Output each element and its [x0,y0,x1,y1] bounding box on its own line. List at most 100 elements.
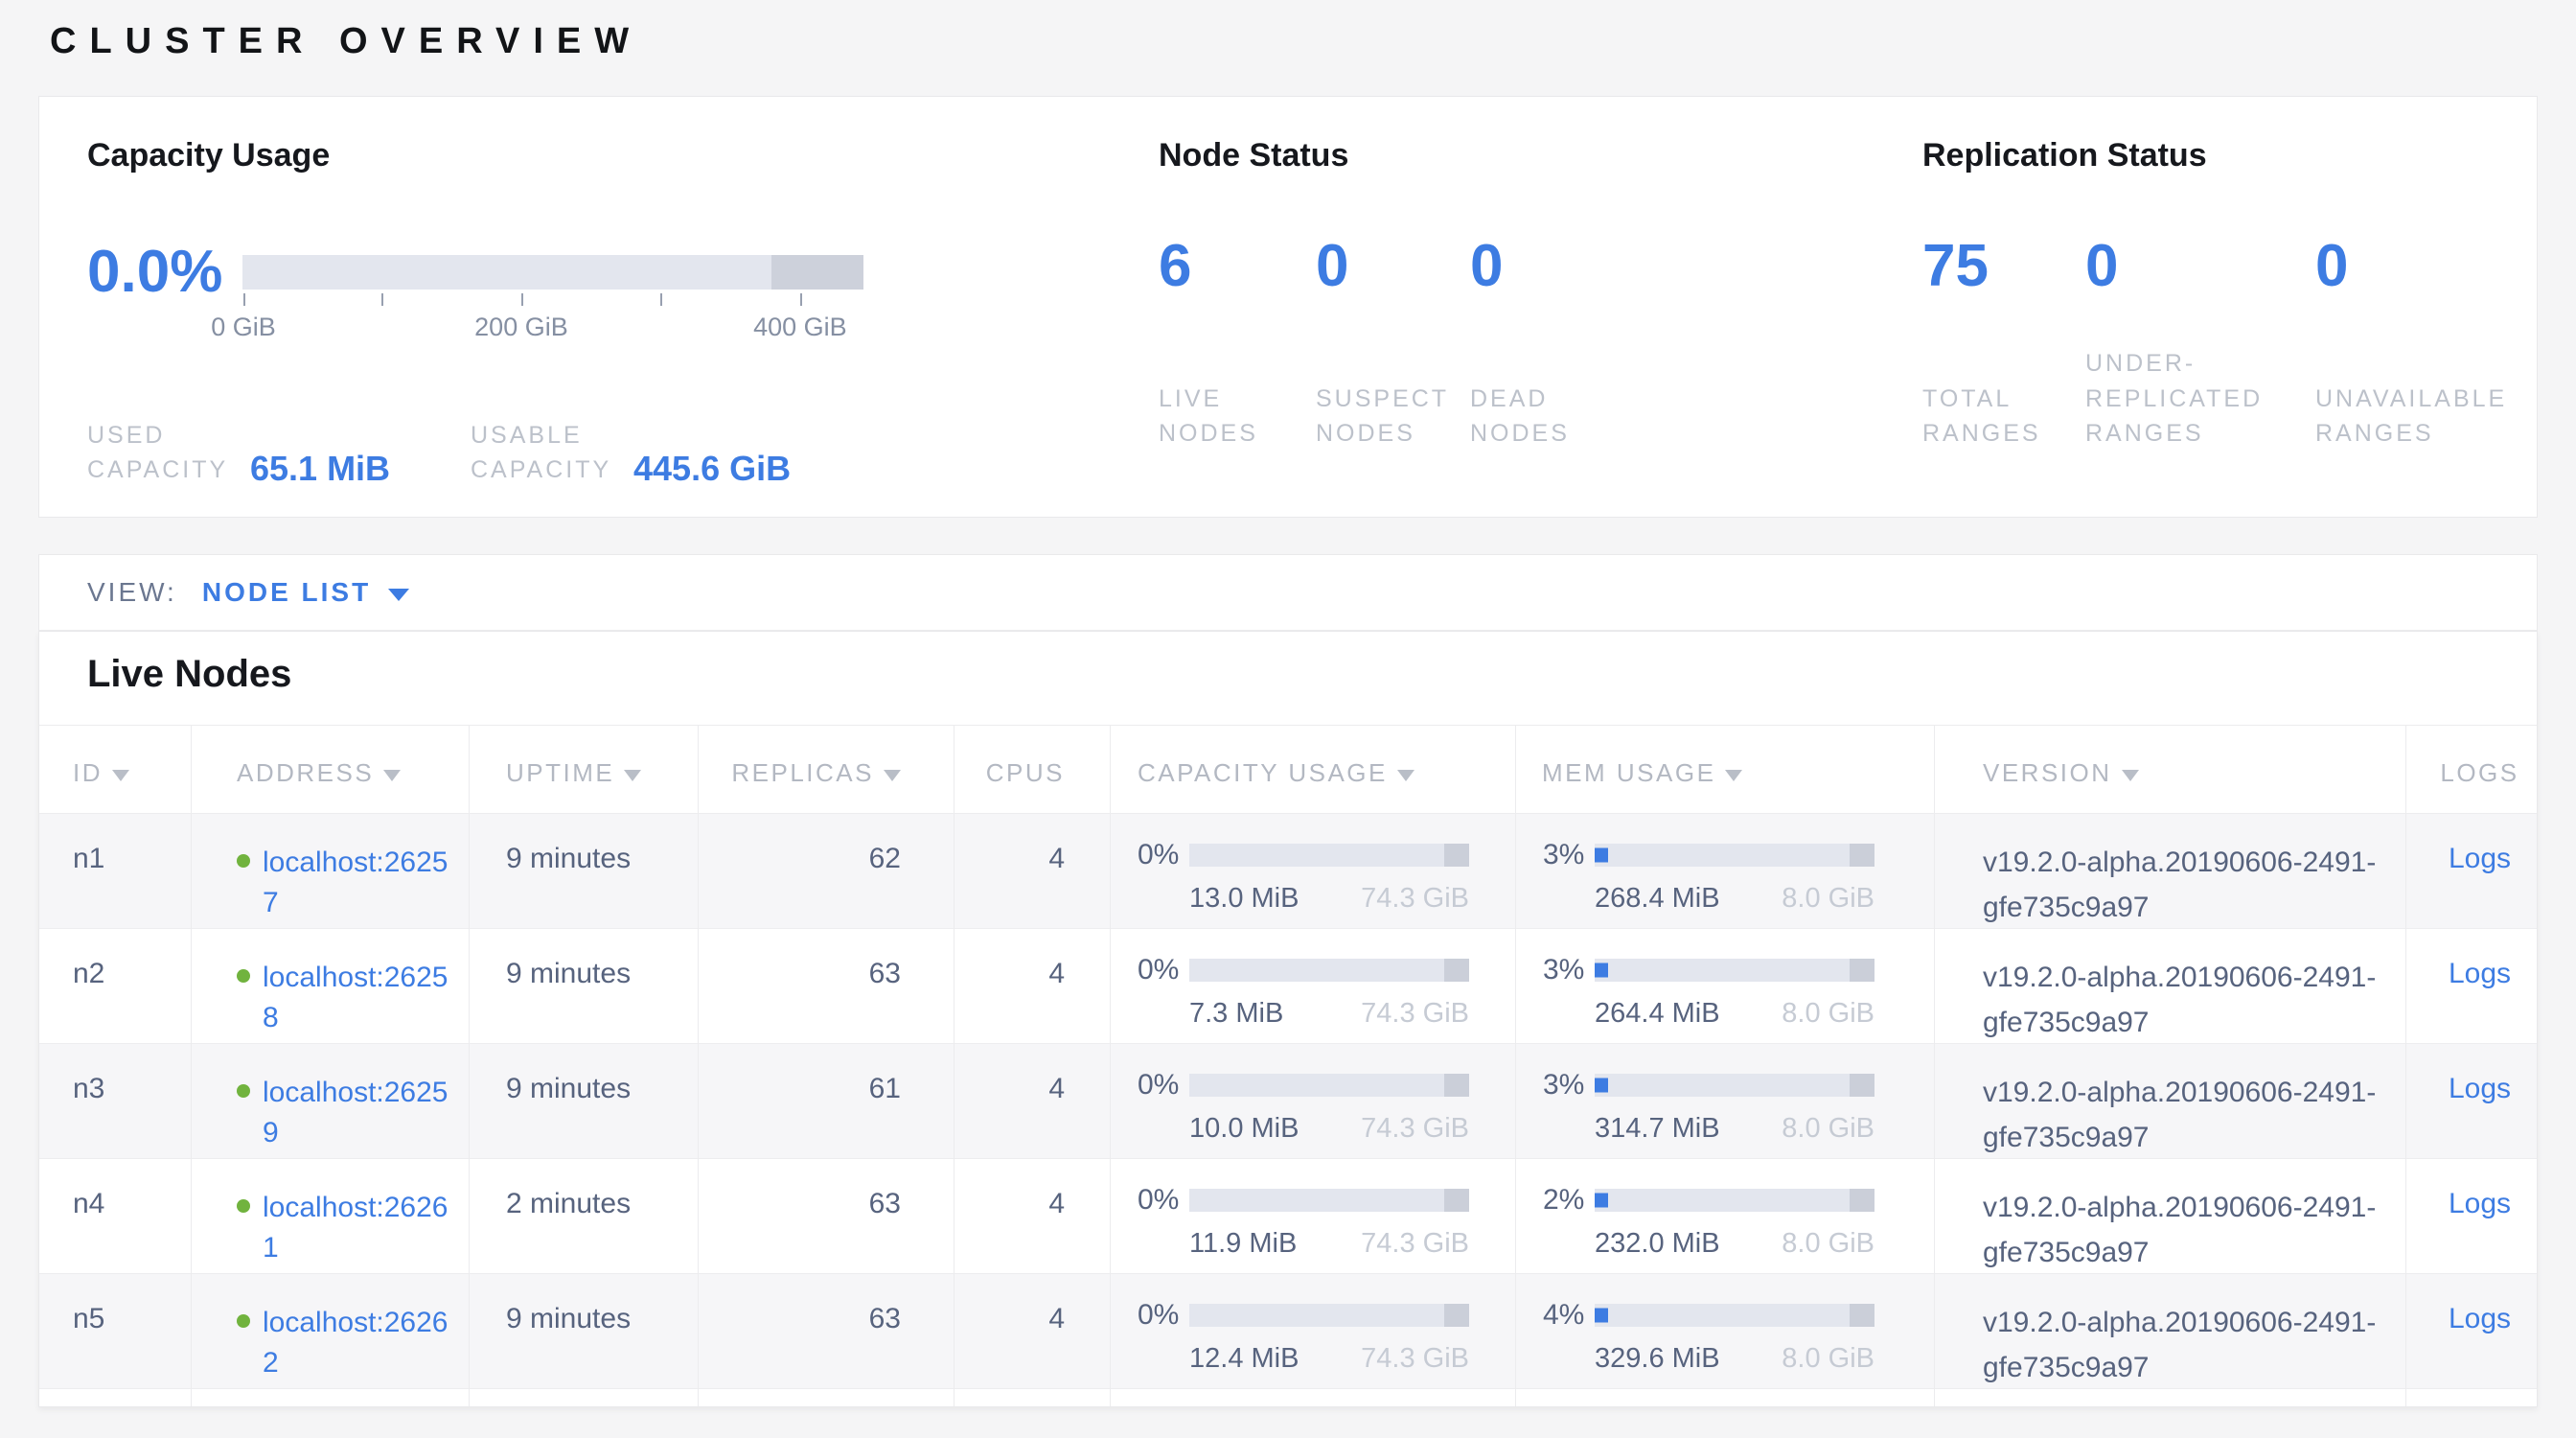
capacity-bar-track [1189,844,1469,867]
column-header-mem-usage[interactable]: MEM USAGE [1516,726,1935,813]
node-replicas: 63 [699,1159,954,1275]
node-uptime: 9 minutes [470,929,699,1045]
node-version: v19.2.0-alpha.20190606-2491-gfe735c9a97 [1935,1159,2406,1275]
sort-descending-icon [1725,770,1742,781]
node-address-cell: localhost:26258 [192,929,470,1045]
dead-nodes-count: 0 [1470,234,1643,337]
node-address-link[interactable]: localhost:26257 [263,843,452,923]
node-replicas: 63 [699,1274,954,1390]
sort-descending-icon [624,770,641,781]
node-version: v19.2.0-alpha.20190606-2491-gfe735c9a97 [1935,929,2406,1045]
node-replicas: 61 [699,1044,954,1160]
axis-label: 400 GiB [753,313,847,342]
logs-link[interactable]: Logs [2449,1188,2511,1219]
node-replicas: 63 [699,929,954,1045]
column-header-id[interactable]: ID [39,726,192,813]
sort-descending-icon [1397,770,1414,781]
node-id: n4 [39,1159,192,1275]
sort-descending-icon [383,770,401,781]
used-capacity-stat: USED CAPACITY 65.1 MiB [87,418,471,488]
node-live-status-icon [237,854,250,868]
page-title: CLUSTER OVERVIEW [38,0,2538,96]
node-version: v19.2.0-alpha.20190606-2491-gfe735c9a97 [1935,1274,2406,1390]
node-status-title: Node Status [1159,137,1887,174]
dead-nodes-label: DEAD NODES [1470,382,1597,452]
node-cpus: 4 [954,814,1111,930]
capacity-bar-track [242,255,863,290]
node-logs-cell: Logs [2406,929,2538,1045]
node-live-status-icon [237,969,250,983]
node-address-cell: localhost:26259 [192,1044,470,1160]
replication-status-title: Replication Status [1922,137,2555,174]
total-ranges-stat: 75 TOTAL RANGES [1922,234,2085,451]
live-nodes-card: Live Nodes ID ADDRESS UPTIME REPLICAS CP… [38,631,2538,1407]
node-id: n2 [39,929,192,1045]
view-dropdown[interactable]: NODE LIST [202,577,409,608]
sort-descending-icon [112,770,129,781]
node-address-link[interactable]: localhost:26261 [263,1188,452,1268]
table-row: n3 localhost:26259 9 minutes 61 4 0% 10.… [39,1043,2537,1158]
node-address-link[interactable]: localhost:26262 [263,1303,452,1383]
under-replicated-ranges-stat: 0 UNDER-REPLICATED RANGES [2085,234,2315,451]
capacity-bar-track [1189,1189,1469,1212]
dead-nodes-stat: 0 DEAD NODES [1470,234,1643,451]
node-logs-cell: Logs [2406,814,2538,930]
node-live-status-icon [237,1084,250,1098]
mem-bar-track [1595,1304,1874,1327]
live-nodes-label: LIVE NODES [1159,382,1285,452]
node-uptime: 9 minutes [470,1274,699,1390]
node-version: v19.2.0-alpha.20190606-2491-gfe735c9a97 [1935,1044,2406,1160]
cluster-overview-page: CLUSTER OVERVIEW Capacity Usage 0.0% 0 G… [0,0,2576,1407]
column-header-replicas[interactable]: REPLICAS [699,726,954,813]
sort-descending-icon [884,770,901,781]
node-live-status-icon [237,1199,250,1213]
node-version: v19.2.0-alpha.20190606-2491-gfe735c9a97 [1935,814,2406,930]
logs-link[interactable]: Logs [2449,843,2511,874]
node-address-cell: localhost:26262 [192,1274,470,1390]
node-capacity-usage: 0% 12.4 MiB74.3 GiB [1111,1274,1516,1390]
live-nodes-count: 6 [1159,234,1316,337]
under-replicated-count: 0 [2085,234,2315,337]
sort-descending-icon [2122,770,2139,781]
node-cpus: 4 [954,1274,1111,1390]
mem-bar-track [1595,844,1874,867]
logs-link[interactable]: Logs [2449,958,2511,989]
logs-link[interactable]: Logs [2449,1073,2511,1104]
suspect-nodes-count: 0 [1316,234,1470,337]
table-row-partial [39,1388,2537,1407]
view-label: VIEW: [87,577,177,608]
mem-bar-track [1595,1189,1874,1212]
mem-bar-track [1595,959,1874,982]
node-cpus: 4 [954,1044,1111,1160]
capacity-usage-section: Capacity Usage 0.0% 0 GiB 200 GiB 400 Gi… [87,137,1103,488]
chevron-down-icon [388,589,409,601]
capacity-bar-track [1189,1074,1469,1097]
logs-link[interactable]: Logs [2449,1303,2511,1334]
node-address-link[interactable]: localhost:26259 [263,1073,452,1153]
node-mem-usage: 3% 314.7 MiB8.0 GiB [1516,1044,1935,1160]
suspect-nodes-label: SUSPECT NODES [1316,382,1442,452]
view-selector-bar: VIEW: NODE LIST [38,554,2538,631]
node-address-link[interactable]: localhost:26258 [263,958,452,1038]
capacity-bar-reserved-segment [771,255,863,290]
node-logs-cell: Logs [2406,1159,2538,1275]
node-uptime: 2 minutes [470,1159,699,1275]
used-capacity-value: 65.1 MiB [250,450,390,488]
capacity-axis-ticks [242,293,863,307]
table-row: n4 localhost:26261 2 minutes 63 4 0% 11.… [39,1158,2537,1273]
capacity-bar-track [1189,959,1469,982]
column-header-address[interactable]: ADDRESS [192,726,470,813]
capacity-usage-bar: 0 GiB 200 GiB 400 GiB [242,255,863,290]
summary-card: Capacity Usage 0.0% 0 GiB 200 GiB 400 Gi… [38,96,2538,518]
node-status-section: Node Status 6 LIVE NODES 0 SUSPECT NODES… [1159,137,1887,451]
node-address-cell: localhost:26261 [192,1159,470,1275]
node-capacity-usage: 0% 10.0 MiB74.3 GiB [1111,1044,1516,1160]
column-header-version[interactable]: VERSION [1935,726,2406,813]
column-header-capacity-usage[interactable]: CAPACITY USAGE [1111,726,1516,813]
column-header-uptime[interactable]: UPTIME [470,726,699,813]
axis-label: 200 GiB [474,313,568,342]
used-capacity-label: USED CAPACITY [87,418,233,488]
mem-bar-track [1595,1074,1874,1097]
node-id: n3 [39,1044,192,1160]
table-row: n2 localhost:26258 9 minutes 63 4 0% 7.3… [39,928,2537,1043]
